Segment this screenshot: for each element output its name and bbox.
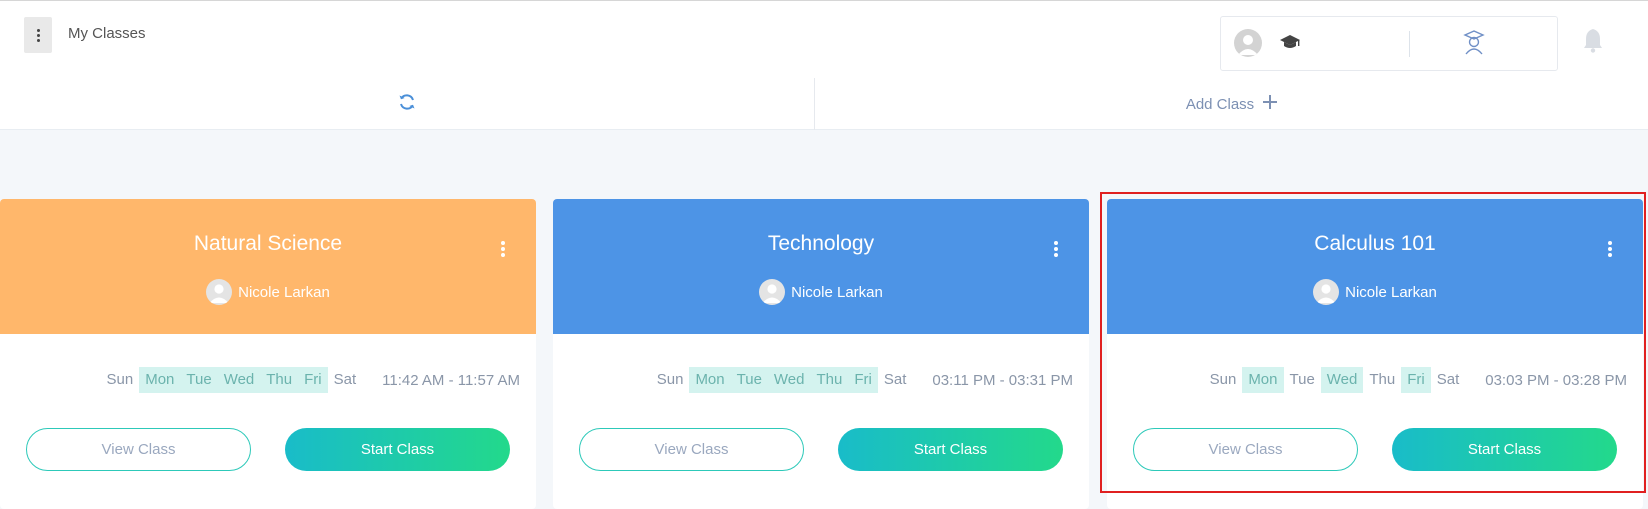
refresh-icon — [397, 92, 417, 117]
teacher-info: Nicole Larkan — [0, 279, 536, 305]
account-divider — [1409, 31, 1410, 57]
day-thu: Thu — [810, 367, 849, 393]
add-class-label: Add Class — [1185, 95, 1255, 113]
day-mon: Mon — [689, 367, 731, 393]
teacher-avatar-icon — [759, 279, 786, 305]
class-time: 11:42 AM - 11:57 AM — [382, 371, 520, 389]
refresh-button[interactable] — [0, 78, 815, 130]
card-menu-button[interactable] — [496, 239, 510, 259]
teacher-info: Nicole Larkan — [553, 279, 1089, 305]
class-title[interactable]: Natural Science — [0, 232, 536, 256]
start-class-button[interactable]: Start Class — [1392, 428, 1617, 471]
teacher-info: Nicole Larkan — [1107, 279, 1643, 305]
app-header: My Classes — [0, 1, 1648, 78]
class-schedule: Sun Mon Tue Wed Thu Fri Sat 11:42 AM - 11:57 AM — [0, 367, 520, 393]
vertical-dots-icon — [1608, 241, 1612, 257]
day-mon: Mon — [139, 367, 181, 393]
teacher-avatar-icon — [206, 279, 233, 305]
class-card: Technology Nicole Larkan Sun Mon Tue Wed Thu Fr… — [553, 199, 1089, 509]
add-class-button[interactable]: Add Class — [816, 78, 1648, 130]
card-header: Natural Science Nicole Larkan — [0, 199, 536, 334]
bell-icon[interactable] — [1582, 27, 1604, 58]
class-time: 03:03 PM - 03:28 PM — [1485, 371, 1627, 389]
teacher-icon[interactable] — [1463, 29, 1485, 60]
day-wed: Wed — [217, 367, 261, 393]
day-sat: Sat — [333, 371, 357, 388]
class-card: Calculus 101 Nicole Larkan Sun Mon Tue Wed Thu… — [1107, 199, 1643, 509]
day-sun: Sun — [1209, 371, 1237, 388]
menu-button[interactable] — [24, 17, 52, 53]
user-avatar-icon[interactable] — [1234, 29, 1262, 57]
class-time: 03:11 PM - 03:31 PM — [932, 371, 1073, 389]
day-tue: Tue — [1289, 371, 1315, 388]
view-class-button[interactable]: View Class — [26, 428, 251, 471]
day-wed: Wed — [767, 367, 811, 393]
plus-icon — [1262, 94, 1278, 114]
class-schedule: Sun Mon Tue Wed Thu Fri Sat 03:03 PM - 03:28 PM — [1107, 367, 1627, 393]
card-header: Technology Nicole Larkan — [553, 199, 1089, 334]
card-menu-button[interactable] — [1049, 239, 1063, 259]
start-class-button[interactable]: Start Class — [285, 428, 510, 471]
teacher-name: Nicole Larkan — [238, 283, 330, 301]
day-wed: Wed — [1320, 367, 1364, 393]
class-toolbar: Add Class — [0, 78, 1648, 130]
day-tue: Tue — [730, 367, 768, 393]
class-schedule: Sun Mon Tue Wed Thu Fri Sat 03:11 PM - 03:31 PM — [553, 367, 1073, 393]
day-thu: Thu — [260, 367, 299, 393]
view-class-button[interactable]: View Class — [1133, 428, 1358, 471]
day-tue: Tue — [180, 367, 218, 393]
day-sun: Sun — [106, 371, 134, 388]
day-fri: Fri — [848, 367, 878, 393]
vertical-dots-icon — [36, 28, 40, 42]
teacher-name: Nicole Larkan — [791, 283, 883, 301]
class-title[interactable]: Technology — [553, 232, 1089, 256]
day-sun: Sun — [656, 371, 684, 388]
day-sat: Sat — [1436, 371, 1460, 388]
account-switcher[interactable] — [1220, 16, 1558, 71]
card-header: Calculus 101 Nicole Larkan — [1107, 199, 1643, 334]
class-card: Natural Science Nicole Larkan Sun Mon Tue Wed… — [0, 199, 536, 509]
vertical-dots-icon — [501, 241, 505, 257]
day-fri: Fri — [1401, 367, 1431, 393]
page-title: My Classes — [68, 25, 146, 42]
graduation-cap-icon[interactable] — [1279, 33, 1301, 56]
teacher-name: Nicole Larkan — [1345, 283, 1437, 301]
teacher-avatar-icon — [1313, 279, 1340, 305]
day-mon: Mon — [1242, 367, 1284, 393]
day-fri: Fri — [298, 367, 328, 393]
start-class-button[interactable]: Start Class — [838, 428, 1063, 471]
card-menu-button[interactable] — [1603, 239, 1617, 259]
class-title[interactable]: Calculus 101 — [1107, 232, 1643, 256]
view-class-button[interactable]: View Class — [579, 428, 804, 471]
day-thu: Thu — [1369, 371, 1396, 388]
day-sat: Sat — [883, 371, 907, 388]
vertical-dots-icon — [1054, 241, 1058, 257]
